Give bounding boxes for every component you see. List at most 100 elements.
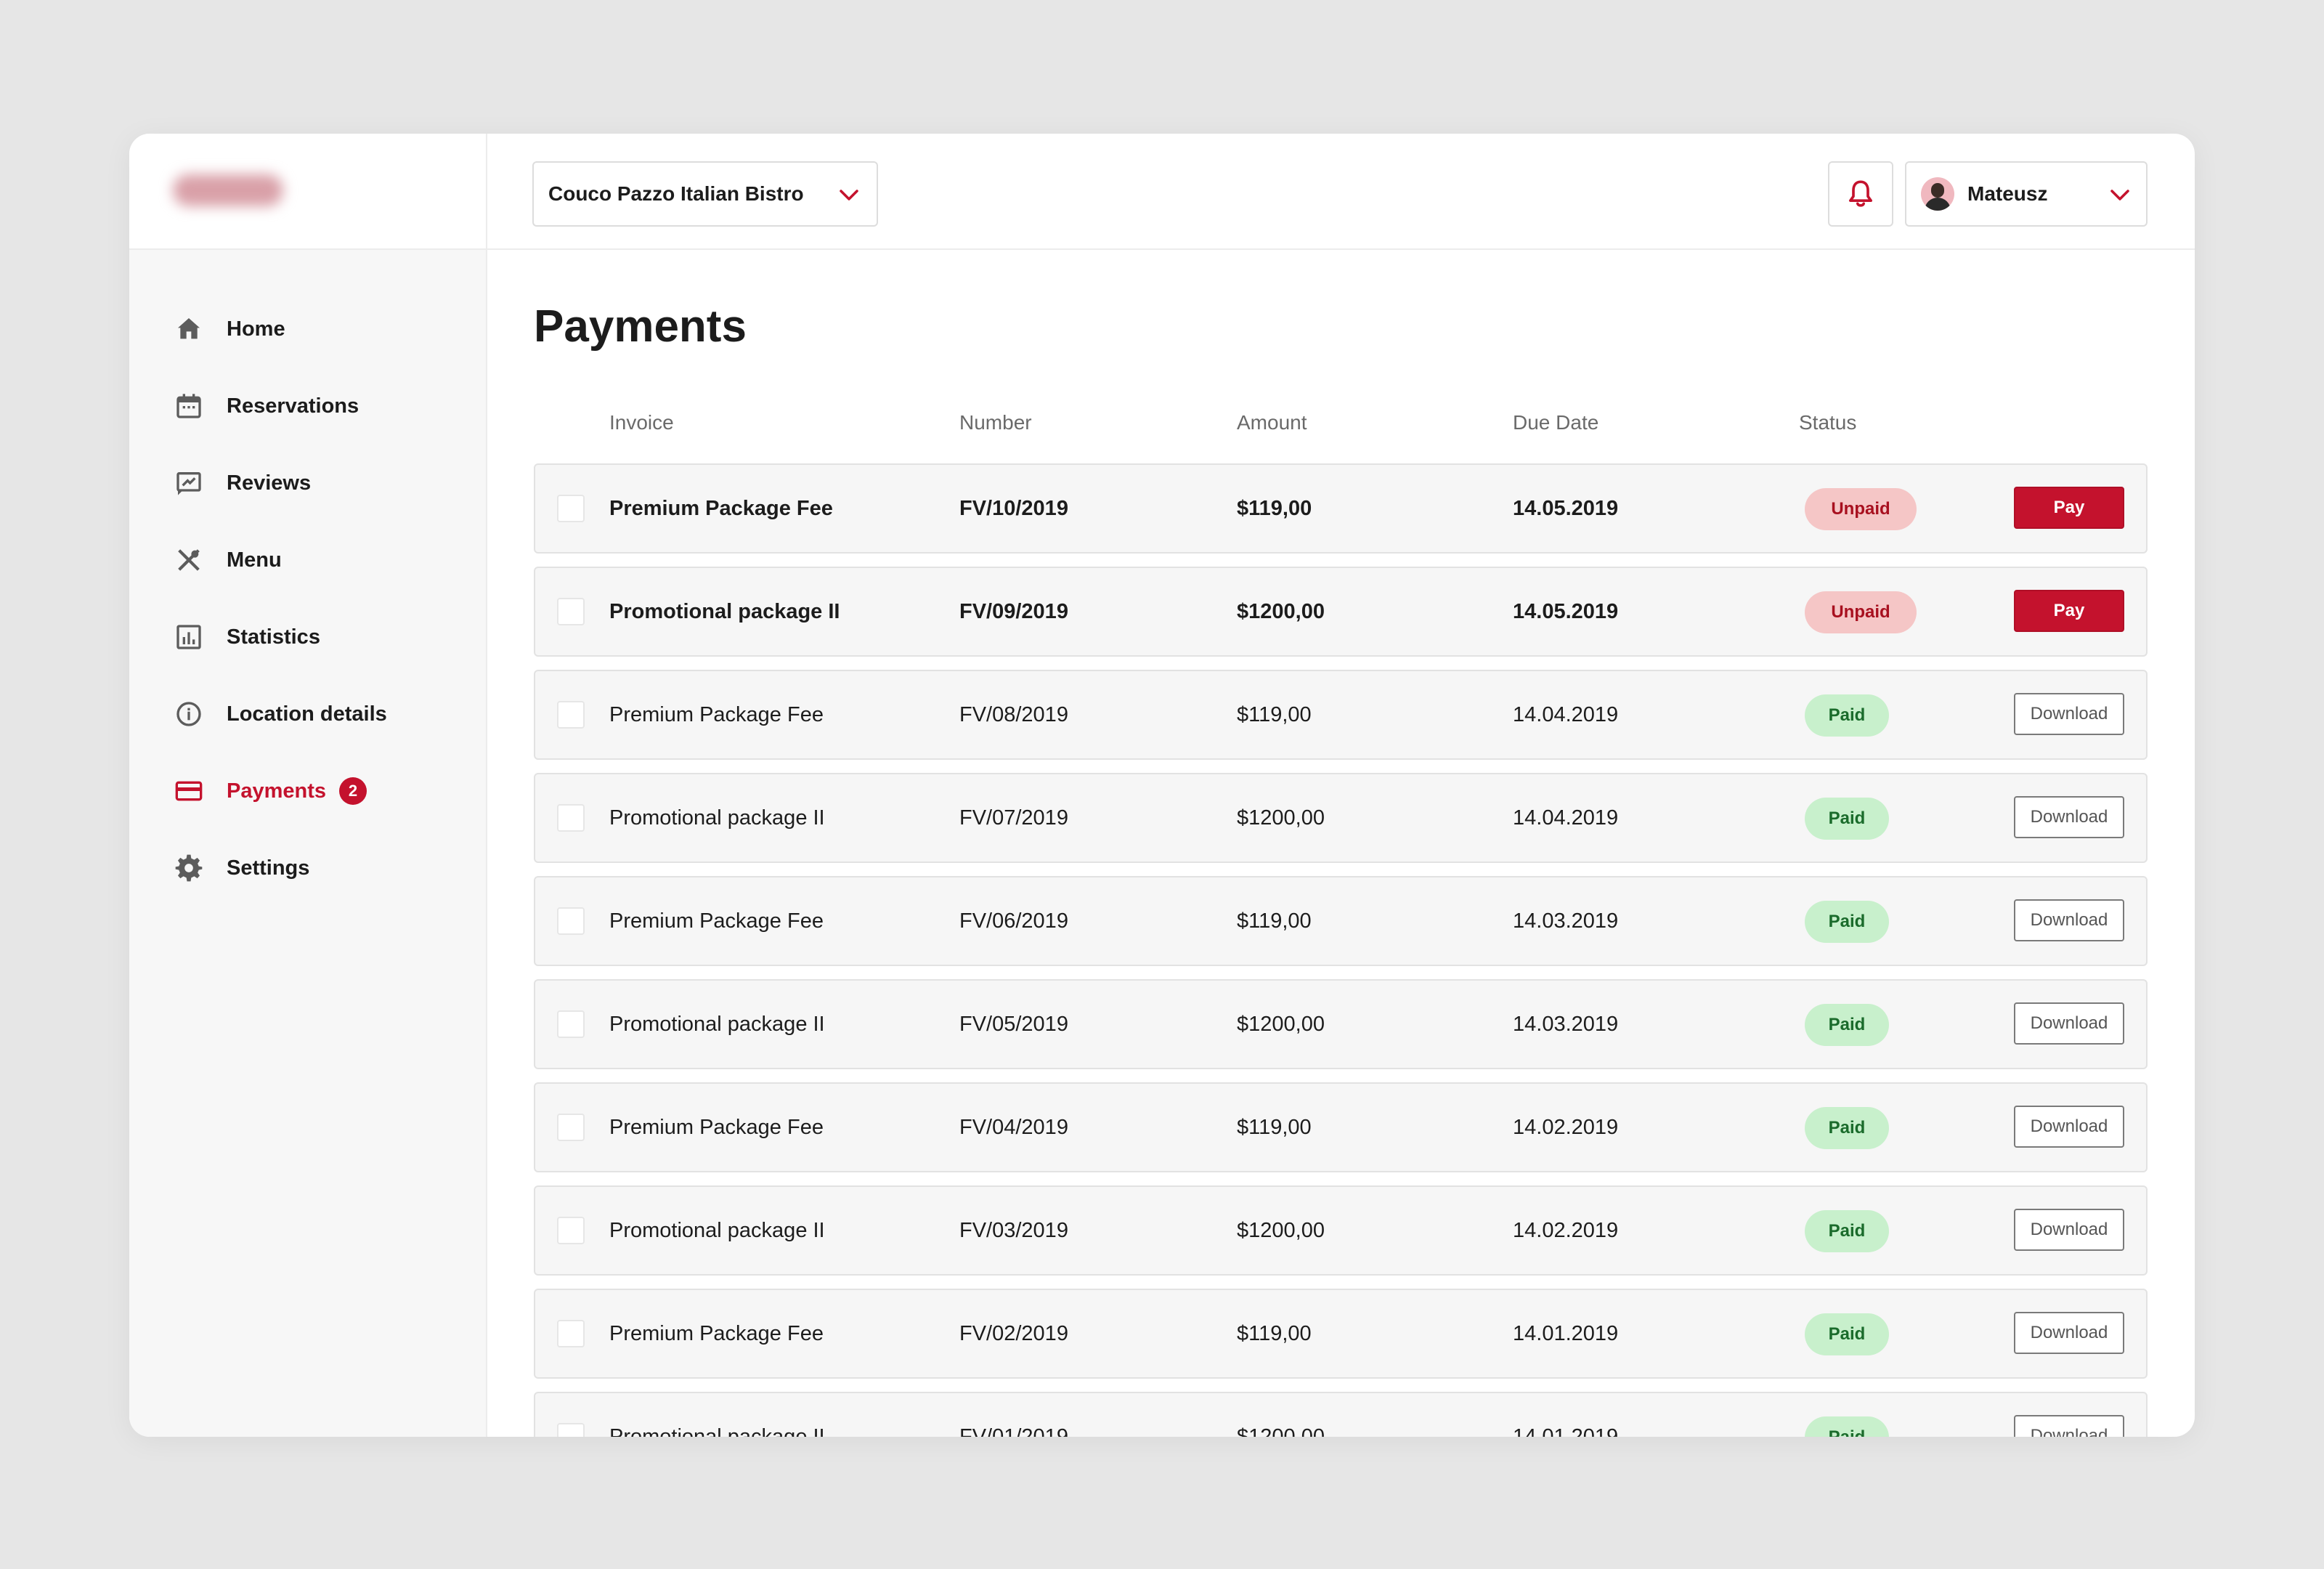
sidebar-item-label: Reservations: [227, 394, 359, 418]
chevron-down-icon: [840, 190, 858, 200]
status-badge: Paid: [1805, 901, 1889, 943]
row-checkbox[interactable]: [557, 1320, 585, 1347]
pay-button[interactable]: Pay: [2014, 487, 2124, 529]
chart-icon: [174, 623, 203, 652]
amount-cell: $1200,00: [1237, 1012, 1325, 1036]
sidebar-item-location-details[interactable]: Location details: [129, 676, 486, 753]
row-checkbox[interactable]: [557, 701, 585, 729]
due-date-cell: 14.05.2019: [1513, 496, 1619, 520]
row-checkbox[interactable]: [557, 1010, 585, 1038]
download-button[interactable]: Download: [2014, 899, 2124, 941]
sidebar-item-home[interactable]: Home: [129, 291, 486, 368]
due-date-cell: 14.03.2019: [1513, 909, 1619, 933]
due-date-cell: 14.01.2019: [1513, 1321, 1619, 1345]
download-button[interactable]: Download: [2014, 1002, 2124, 1045]
sidebar-nav: Home Reservations Reviews Menu Statistic…: [129, 291, 486, 907]
download-button[interactable]: Download: [2014, 1106, 2124, 1148]
table-row[interactable]: Premium Package Fee FV/08/2019 $119,00 14.0…: [534, 670, 2148, 760]
row-checkbox[interactable]: [557, 804, 585, 832]
download-button[interactable]: Download: [2014, 796, 2124, 838]
sidebar-item-reviews[interactable]: Reviews: [129, 445, 486, 522]
info-icon: [174, 700, 203, 729]
download-button[interactable]: Download: [2014, 693, 2124, 735]
row-checkbox[interactable]: [557, 1217, 585, 1244]
download-button[interactable]: Download: [2014, 1209, 2124, 1251]
status-badge: Paid: [1805, 1107, 1889, 1149]
logo[interactable]: [173, 174, 283, 206]
status-badge: Unpaid: [1805, 591, 1917, 633]
app-window: Home Reservations Reviews Menu Statistic…: [129, 134, 2195, 1437]
sidebar-item-payments[interactable]: Payments 2: [129, 753, 486, 830]
avatar: [1921, 177, 1954, 211]
table-row[interactable]: Premium Package Fee FV/04/2019 $119,00 14.0…: [534, 1082, 2148, 1172]
download-button[interactable]: Download: [2014, 1415, 2124, 1437]
table-row[interactable]: Promotional package II FV/09/2019 $1200,00…: [534, 567, 2148, 657]
sidebar-item-label: Payments: [227, 779, 327, 803]
table-row[interactable]: Premium Package Fee FV/02/2019 $119,00 14.0…: [534, 1289, 2148, 1379]
invoice-cell: Premium Package Fee: [609, 496, 833, 520]
top-header: Couco Pazzo Italian Bistro Mateusz: [487, 134, 2195, 250]
sidebar-item-label: Statistics: [227, 625, 320, 649]
status-badge: Paid: [1805, 1416, 1889, 1437]
sidebar: Home Reservations Reviews Menu Statistic…: [129, 134, 487, 1437]
invoice-cell: Premium Package Fee: [609, 1321, 824, 1345]
number-cell: FV/09/2019: [959, 599, 1068, 623]
number-cell: FV/04/2019: [959, 1115, 1068, 1139]
table-row[interactable]: Promotional package II FV/05/2019 $1200,00…: [534, 979, 2148, 1069]
status-badge: Paid: [1805, 1004, 1889, 1046]
column-header-due-date: Due Date: [1513, 411, 1599, 434]
notifications-button[interactable]: [1828, 161, 1893, 227]
sidebar-item-label: Home: [227, 317, 285, 341]
invoice-cell: Promotional package II: [609, 599, 840, 623]
row-checkbox[interactable]: [557, 598, 585, 625]
due-date-cell: 14.02.2019: [1513, 1115, 1619, 1139]
venue-select-value: Couco Pazzo Italian Bistro: [548, 182, 804, 205]
credit-card-icon: [174, 777, 203, 806]
calendar-icon: [174, 392, 203, 421]
table-row[interactable]: Premium Package Fee FV/10/2019 $119,00 14.0…: [534, 463, 2148, 554]
amount-cell: $119,00: [1237, 702, 1312, 726]
table-row[interactable]: Promotional package II FV/07/2019 $1200,00…: [534, 773, 2148, 863]
column-header-amount: Amount: [1237, 411, 1307, 434]
sidebar-item-label: Reviews: [227, 471, 312, 495]
invoice-cell: Promotional package II: [609, 1424, 825, 1438]
number-cell: FV/05/2019: [959, 1012, 1068, 1036]
number-cell: FV/07/2019: [959, 806, 1068, 830]
row-checkbox[interactable]: [557, 495, 585, 522]
amount-cell: $119,00: [1237, 496, 1312, 520]
status-badge: Paid: [1805, 1210, 1889, 1252]
user-menu[interactable]: Mateusz: [1905, 161, 2148, 227]
number-cell: FV/03/2019: [959, 1218, 1068, 1242]
number-cell: FV/02/2019: [959, 1321, 1068, 1345]
sidebar-item-settings[interactable]: Settings: [129, 830, 486, 907]
invoice-cell: Premium Package Fee: [609, 702, 824, 726]
table-row[interactable]: Promotional package II FV/03/2019 $1200,00…: [534, 1185, 2148, 1276]
due-date-cell: 14.02.2019: [1513, 1218, 1619, 1242]
amount-cell: $1200,00: [1237, 1218, 1325, 1242]
chevron-down-icon: [2110, 190, 2129, 200]
amount-cell: $119,00: [1237, 1115, 1312, 1139]
row-checkbox[interactable]: [557, 1114, 585, 1141]
due-date-cell: 14.04.2019: [1513, 806, 1619, 830]
sidebar-item-label: Menu: [227, 548, 282, 572]
sidebar-item-menu[interactable]: Menu: [129, 522, 486, 599]
amount-cell: $1200,00: [1237, 806, 1325, 830]
table-row[interactable]: Premium Package Fee FV/06/2019 $119,00 14.0…: [534, 876, 2148, 966]
venue-select[interactable]: Couco Pazzo Italian Bistro: [532, 161, 878, 227]
row-checkbox[interactable]: [557, 1423, 585, 1437]
gear-icon: [174, 854, 203, 883]
sidebar-item-statistics[interactable]: Statistics: [129, 599, 486, 676]
amount-cell: $1200,00: [1237, 1424, 1325, 1438]
row-checkbox[interactable]: [557, 907, 585, 935]
download-button[interactable]: Download: [2014, 1312, 2124, 1354]
sidebar-item-reservations[interactable]: Reservations: [129, 368, 486, 445]
column-header-number: Number: [959, 411, 1032, 434]
amount-cell: $1200,00: [1237, 599, 1325, 623]
invoice-cell: Premium Package Fee: [609, 909, 824, 933]
number-cell: FV/08/2019: [959, 702, 1068, 726]
column-header-status: Status: [1799, 411, 1857, 434]
table-row[interactable]: Promotional package II FV/01/2019 $1200,00…: [534, 1392, 2148, 1437]
number-cell: FV/06/2019: [959, 909, 1068, 933]
pay-button[interactable]: Pay: [2014, 590, 2124, 632]
amount-cell: $119,00: [1237, 1321, 1312, 1345]
